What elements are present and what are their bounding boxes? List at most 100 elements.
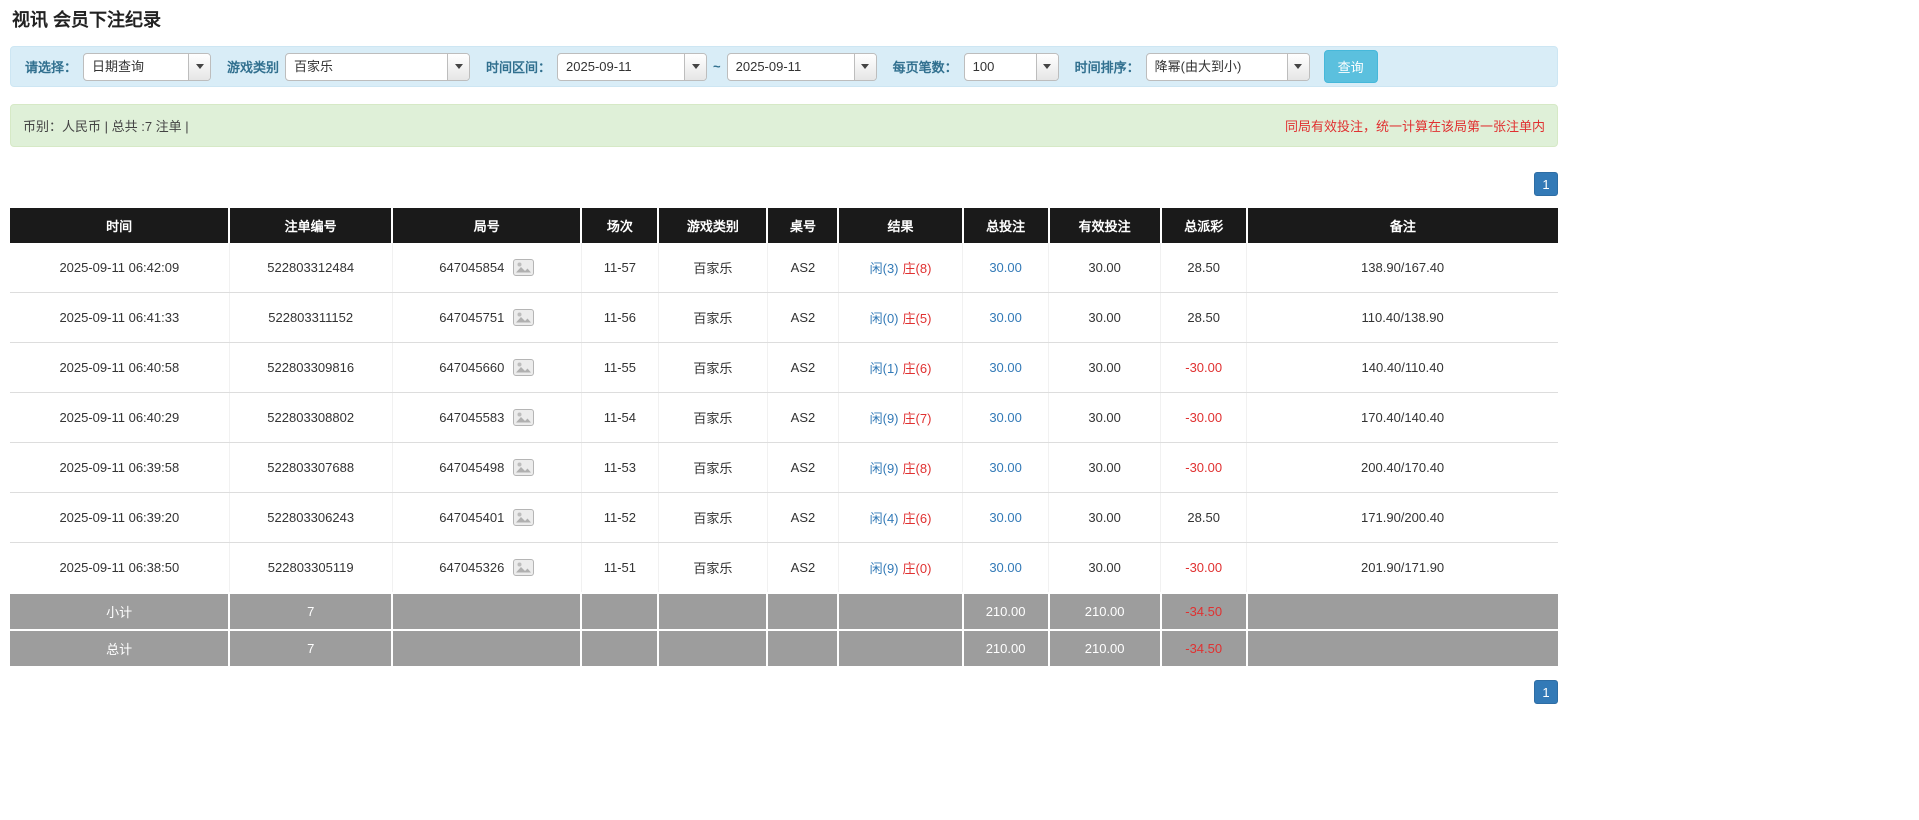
chevron-down-icon[interactable] [853,53,876,80]
cell-bet-id: 522803305119 [229,542,393,594]
cell-bet-id: 522803309816 [229,342,393,393]
round-id-text: 647045583 [439,410,505,425]
chevron-down-icon[interactable] [684,53,707,80]
cell-valid-bet: 30.00 [1048,492,1162,543]
game-type-dropdown[interactable]: 百家乐 [285,52,471,81]
cell-time: 2025-09-11 06:41:33 [10,292,230,343]
cell-table-no: AS2 [767,392,839,443]
table-row: 2025-09-11 06:40:58 522803309816 6470456… [10,342,1558,393]
cell-result: 闲(1) 庄(6) [838,342,964,393]
cell-remark: 200.40/170.40 [1246,442,1558,493]
subtotal-valid-bet: 210.00 [1048,592,1162,630]
cell-valid-bet: 30.00 [1048,442,1162,493]
cell-game-type: 百家乐 [658,392,768,443]
date-to-dropdown[interactable]: 2025-09-11 [726,52,877,81]
table-row: 2025-09-11 06:41:33 522803311152 6470457… [10,292,1558,343]
cell-result: 闲(9) 庄(8) [838,442,964,493]
image-icon[interactable] [513,509,535,526]
table-body: 2025-09-11 06:42:09 522803312484 6470458… [10,243,1558,594]
pagination-bottom: 1 [10,680,1558,704]
cell-table-no: AS2 [767,442,839,493]
total-bet-link[interactable]: 30.00 [989,460,1022,475]
cell-valid-bet: 30.00 [1048,243,1162,293]
total-total-bet: 210.00 [962,629,1050,666]
cell-payout: 28.50 [1160,492,1248,543]
filter-bar: 请选择： 日期查询 游戏类别 百家乐 时间区间： 2025-09-11 ~ 20… [10,46,1558,87]
total-bet-link[interactable]: 30.00 [989,360,1022,375]
cell-remark: 171.90/200.40 [1246,492,1558,543]
image-icon[interactable] [513,459,535,476]
cell-round-id: 647045660 [392,342,582,393]
result-banker: 庄(8) [902,461,932,476]
column-header-bet-id: 注单编号 [229,208,394,243]
subtotal-label: 小计 [10,592,231,630]
cell-time: 2025-09-11 06:42:09 [10,243,230,293]
result-player: 闲(3) [869,261,899,276]
page-1-button[interactable]: 1 [1534,680,1558,704]
cell-game-type: 百家乐 [658,292,768,343]
chevron-down-icon[interactable] [1035,53,1058,80]
total-empty-cell [767,629,840,666]
cell-game-type: 百家乐 [658,243,768,293]
result-player: 闲(1) [869,361,899,376]
image-icon[interactable] [513,559,535,576]
search-button[interactable]: 查询 [1323,50,1378,83]
cell-payout: 28.50 [1160,292,1248,343]
column-header-game-type: 游戏类别 [658,208,769,243]
time-sort-dropdown[interactable]: 降幂(由大到小) [1145,52,1310,81]
chevron-down-icon[interactable] [447,53,470,80]
date-range-separator: ~ [713,59,721,74]
total-empty-cell [1246,629,1558,666]
result-player: 闲(9) [869,461,899,476]
subtotal-empty-cell [838,592,964,630]
column-header-table-no: 桌号 [767,208,840,243]
cell-remark: 140.40/110.40 [1246,342,1558,393]
subtotal-empty-cell [1246,592,1558,630]
column-header-valid-bet: 有效投注 [1048,208,1162,243]
total-bet-link[interactable]: 30.00 [989,410,1022,425]
column-header-result: 结果 [838,208,964,243]
table-row: 2025-09-11 06:42:09 522803312484 6470458… [10,243,1558,293]
total-bet-link[interactable]: 30.00 [989,260,1022,275]
total-bet-link[interactable]: 30.00 [989,510,1022,525]
cell-session: 11-55 [581,342,659,393]
cell-bet-id: 522803306243 [229,492,393,543]
total-bet-link[interactable]: 30.00 [989,560,1022,575]
result-player: 闲(4) [869,511,899,526]
result-player: 闲(9) [869,561,899,576]
subtotal-total-bet: 210.00 [962,592,1050,630]
cell-payout: -30.00 [1160,392,1248,443]
result-player: 闲(0) [869,311,899,326]
cell-result: 闲(3) 庄(8) [838,243,964,293]
date-from-dropdown[interactable]: 2025-09-11 [557,52,708,81]
cell-time: 2025-09-11 06:39:20 [10,492,230,543]
cell-table-no: AS2 [767,243,839,293]
cell-table-no: AS2 [767,492,839,543]
chevron-down-icon[interactable] [188,53,211,80]
cell-bet-id: 522803307688 [229,442,393,493]
table-header-row: 时间 注单编号 局号 场次 游戏类别 桌号 结果 总投注 有效投注 总派彩 备注 [10,208,1558,243]
page-size-dropdown[interactable]: 100 [963,52,1059,81]
query-type-dropdown[interactable]: 日期查询 [83,52,212,81]
subtotal-empty-cell [392,592,583,630]
round-id-text: 647045751 [439,310,505,325]
image-icon[interactable] [513,309,535,326]
table-row: 2025-09-11 06:40:29 522803308802 6470455… [10,392,1558,443]
summary-bar: 币别：人民币 | 总共 :7 注单 | 同局有效投注，统一计算在该局第一张注单内 [10,104,1558,147]
cell-total-bet: 30.00 [962,342,1050,393]
column-header-session: 场次 [581,208,660,243]
chevron-down-icon[interactable] [1286,53,1309,80]
cell-bet-id: 522803312484 [229,243,393,293]
total-bet-link[interactable]: 30.00 [989,310,1022,325]
total-empty-cell [581,629,660,666]
time-sort-value: 降幂(由大到小) [1154,58,1242,74]
image-icon[interactable] [513,409,535,426]
cell-valid-bet: 30.00 [1048,342,1162,393]
image-icon[interactable] [513,359,535,376]
image-icon[interactable] [513,259,535,276]
date-from-value: 2025-09-11 [566,58,632,74]
round-id-text: 647045854 [439,260,505,275]
cell-remark: 201.90/171.90 [1246,542,1558,594]
cell-round-id: 647045583 [392,392,582,443]
page-1-button[interactable]: 1 [1534,172,1558,196]
